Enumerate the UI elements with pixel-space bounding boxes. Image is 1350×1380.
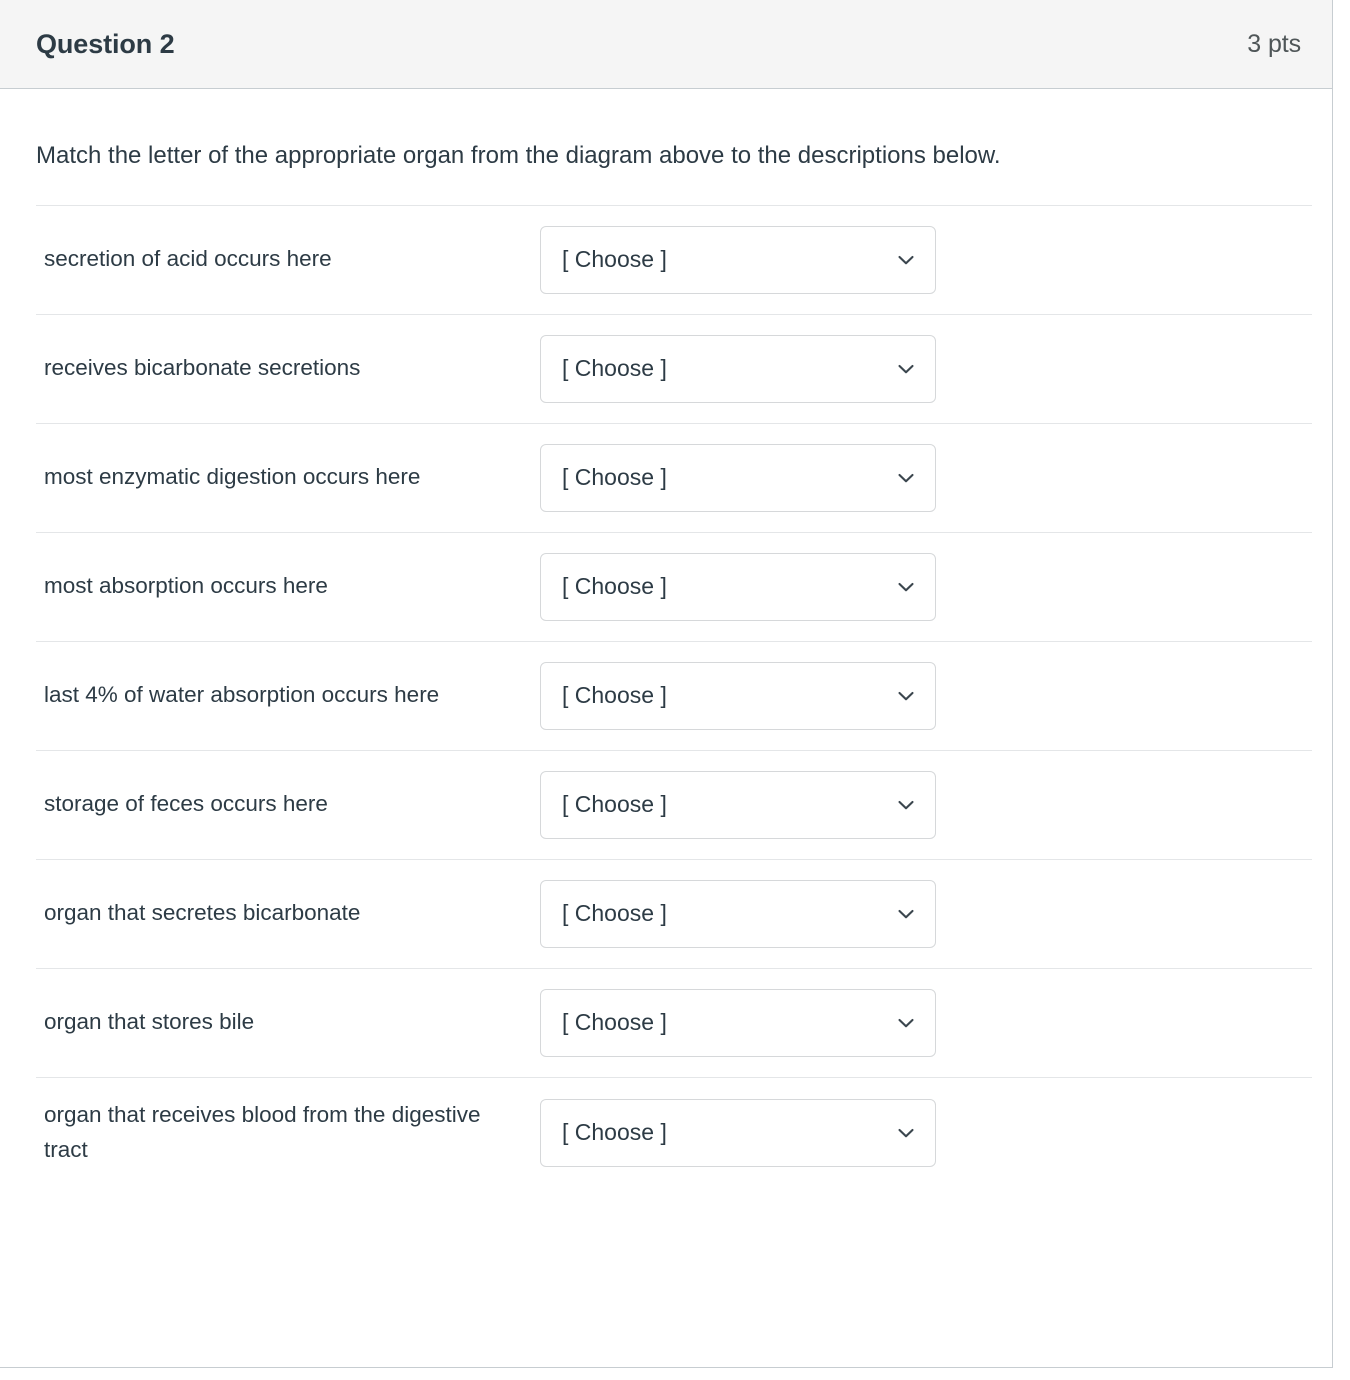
match-description-cell: organ that secretes bicarbonate [36,859,540,968]
match-answer-cell: [ Choose ] [540,641,1312,750]
match-answer-cell: [ Choose ] [540,968,1312,1077]
page-title: Question 2 [36,28,175,59]
table-row: most absorption occurs here [ Choose ] [36,532,1312,641]
match-description-label: organ that secretes bicarbonate [44,900,361,926]
question-prompt: Match the letter of the appropriate orga… [36,142,1001,169]
chevron-down-icon [895,358,917,380]
table-row: secretion of acid occurs here [ Choose ] [36,205,1312,314]
table-row: last 4% of water absorption occurs here … [36,641,1312,750]
question-body: Match the letter of the appropriate orga… [0,89,1332,1188]
chevron-down-icon [895,903,917,925]
match-answer-select[interactable]: [ Choose ] [540,225,936,294]
match-description-cell: secretion of acid occurs here [36,205,540,314]
matching-table-body: secretion of acid occurs here [ Choose ]… [36,205,1312,1187]
match-answer-select[interactable]: [ Choose ] [540,443,936,512]
match-description-cell: organ that stores bile [36,968,540,1077]
table-row: organ that receives blood from the diges… [36,1077,1312,1187]
match-description-label: receives bicarbonate secretions [44,355,361,381]
match-answer-value: [ Choose ] [562,464,667,491]
match-answer-select[interactable]: [ Choose ] [540,1098,936,1167]
match-description-cell: organ that receives blood from the diges… [36,1077,540,1187]
match-answer-select[interactable]: [ Choose ] [540,879,936,948]
question-card: Question 2 3 pts Match the letter of the… [0,0,1333,1368]
match-answer-value: [ Choose ] [562,573,667,600]
match-answer-select[interactable]: [ Choose ] [540,988,936,1057]
table-row: storage of feces occurs here [ Choose ] [36,750,1312,859]
match-description-cell: receives bicarbonate secretions [36,314,540,423]
chevron-down-icon [895,576,917,598]
match-answer-cell: [ Choose ] [540,859,1312,968]
match-answer-value: [ Choose ] [562,1119,667,1146]
match-description-label: secretion of acid occurs here [44,246,332,272]
match-answer-cell: [ Choose ] [540,1077,1312,1187]
match-description-label: last 4% of water absorption occurs here [44,682,440,708]
match-answer-cell: [ Choose ] [540,205,1312,314]
match-description-label: storage of feces occurs here [44,791,328,817]
chevron-down-icon [895,467,917,489]
question-header: Question 2 3 pts [0,0,1332,89]
match-answer-value: [ Choose ] [562,246,667,273]
match-answer-value: [ Choose ] [562,682,667,709]
match-answer-value: [ Choose ] [562,791,667,818]
match-answer-value: [ Choose ] [562,1009,667,1036]
match-answer-select[interactable]: [ Choose ] [540,770,936,839]
question-points: 3 pts [1247,29,1301,58]
chevron-down-icon [895,794,917,816]
chevron-down-icon [895,249,917,271]
table-row: receives bicarbonate secretions [ Choose… [36,314,1312,423]
match-description-label: organ that stores bile [44,1009,255,1035]
match-description-label: most absorption occurs here [44,573,328,599]
table-row: organ that stores bile [ Choose ] [36,968,1312,1077]
match-answer-select[interactable]: [ Choose ] [540,661,936,730]
match-answer-cell: [ Choose ] [540,532,1312,641]
match-description-cell: most absorption occurs here [36,532,540,641]
match-answer-select[interactable]: [ Choose ] [540,334,936,403]
table-row: organ that secretes bicarbonate [ Choose… [36,859,1312,968]
match-description-cell: most enzymatic digestion occurs here [36,423,540,532]
matching-table: secretion of acid occurs here [ Choose ]… [36,205,1312,1188]
match-description-label: most enzymatic digestion occurs here [44,464,421,490]
match-answer-select[interactable]: [ Choose ] [540,552,936,621]
match-answer-value: [ Choose ] [562,355,667,382]
match-description-cell: storage of feces occurs here [36,750,540,859]
match-description-cell: last 4% of water absorption occurs here [36,641,540,750]
match-answer-value: [ Choose ] [562,900,667,927]
table-row: most enzymatic digestion occurs here [ C… [36,423,1312,532]
chevron-down-icon [895,685,917,707]
match-answer-cell: [ Choose ] [540,750,1312,859]
chevron-down-icon [895,1012,917,1034]
chevron-down-icon [895,1122,917,1144]
match-answer-cell: [ Choose ] [540,314,1312,423]
match-description-label: organ that receives blood from the diges… [44,1101,481,1162]
match-answer-cell: [ Choose ] [540,423,1312,532]
